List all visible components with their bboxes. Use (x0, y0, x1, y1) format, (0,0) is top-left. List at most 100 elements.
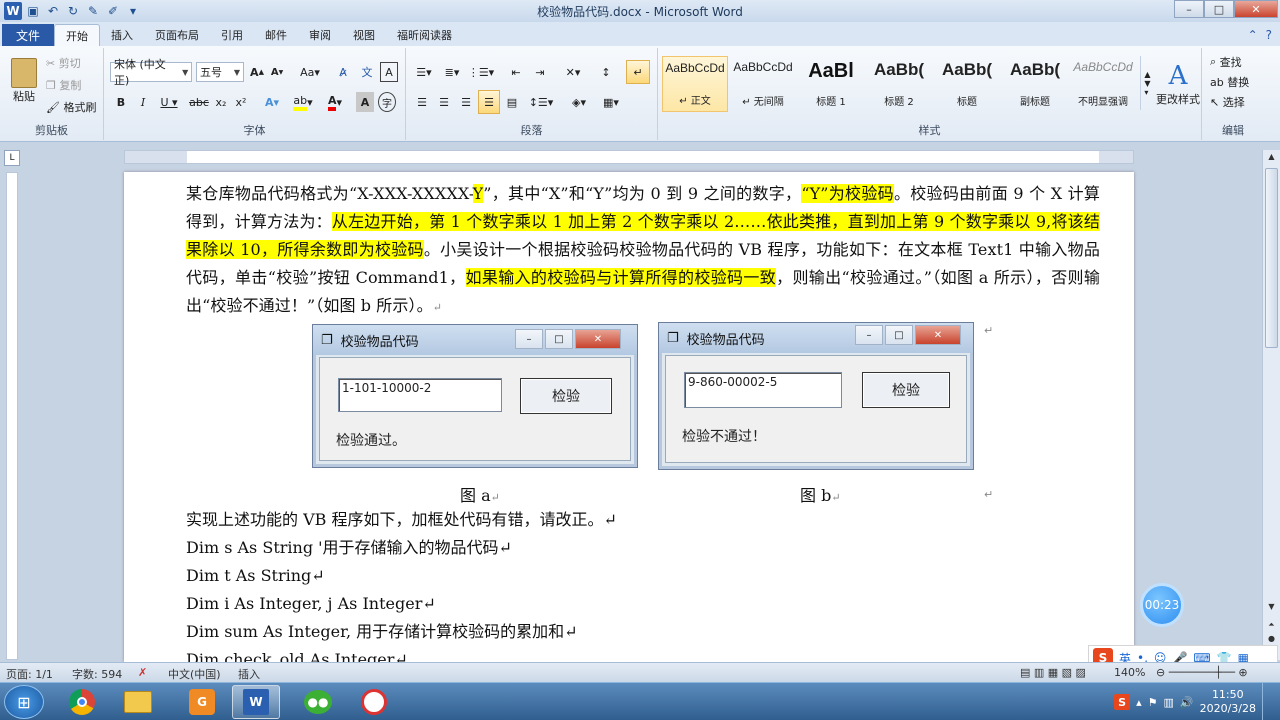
tab-references[interactable]: 引用 (210, 24, 254, 46)
flag-icon[interactable]: ⚑ (1148, 696, 1158, 709)
start-button[interactable]: ⊞ (4, 685, 44, 719)
code-line[interactable]: Dim sum As Integer, 用于存储计算校验码的累加和↵ (186, 618, 578, 646)
style-subtitle[interactable]: AaBb(副标题 (1002, 56, 1068, 112)
insert-mode[interactable]: 插入 (238, 666, 260, 682)
shrink-font-icon[interactable]: A ▼ (268, 62, 286, 82)
scrollbar-thumb[interactable] (1265, 168, 1278, 348)
style-no-spacing[interactable]: AaBbCcDd ↵ 无间隔 (730, 56, 796, 112)
chinese-layout-icon[interactable]: ✕▾ (560, 62, 586, 82)
zoom-level[interactable]: 140% (1114, 666, 1145, 679)
underline-icon[interactable]: U ▾ (156, 92, 182, 112)
multilevel-list-icon[interactable]: ⋮☰▾ (468, 62, 494, 82)
word-taskbar-icon[interactable]: W (232, 685, 280, 719)
code-line[interactable]: Dim i As Integer, j As Integer↵ (186, 590, 436, 618)
format-painter-button[interactable]: 🖌 格式刷 (46, 98, 96, 116)
paste-button[interactable]: 粘贴 (6, 52, 42, 110)
tab-mailings[interactable]: 邮件 (254, 24, 298, 46)
superscript-icon[interactable]: x² (232, 92, 250, 112)
line-spacing-icon[interactable]: ↕☰▾ (528, 92, 554, 112)
chrome-taskbar-icon[interactable] (58, 685, 106, 719)
tab-view[interactable]: 视图 (342, 24, 386, 46)
tab-foxit-reader[interactable]: 福昕阅读器 (386, 24, 463, 46)
word-logo-icon[interactable]: W (4, 2, 22, 20)
view-buttons[interactable]: ▤ ▥ ▦ ▧ ▨ (1020, 666, 1086, 679)
style-heading-2[interactable]: AaBb(标题 2 (866, 56, 932, 112)
font-color-icon[interactable]: A ▾ (322, 92, 348, 112)
tool-taskbar-icon[interactable] (350, 685, 398, 719)
italic-icon[interactable]: I (134, 92, 152, 112)
format-painter-qat-icon[interactable]: ✎ (84, 2, 102, 20)
tab-file[interactable]: 文件 (2, 24, 54, 46)
help-icon[interactable]: ? (1266, 28, 1272, 42)
recording-timer[interactable]: 00:23 (1140, 583, 1184, 627)
scroll-down-icon[interactable]: ▼ (1265, 602, 1278, 616)
show-desktop-button[interactable] (1262, 683, 1272, 720)
clock[interactable]: 11:50 2020/3/28 (1200, 688, 1256, 716)
subscript-icon[interactable]: x₂ (212, 92, 230, 112)
tab-home[interactable]: 开始 (54, 24, 100, 46)
proofing-icon[interactable]: ✗ (138, 666, 147, 679)
cut-button[interactable]: ✂ 剪切 (46, 54, 81, 72)
select-button[interactable]: ↖ 选择 (1210, 94, 1245, 110)
vertical-ruler[interactable] (6, 172, 18, 660)
save-icon[interactable]: ▣ (24, 2, 42, 20)
tab-review[interactable]: 审阅 (298, 24, 342, 46)
style-title[interactable]: AaBb(标题 (934, 56, 1000, 112)
code-line[interactable]: Dim s As String '用于存储输入的物品代码↵ (186, 534, 512, 562)
borders-icon[interactable]: ▦▾ (598, 92, 624, 112)
word-count[interactable]: 字数: 594 (72, 666, 122, 682)
strikethrough-icon[interactable]: abc (188, 92, 210, 112)
redo-icon[interactable]: ↻ (64, 2, 82, 20)
show-paragraph-marks-icon[interactable]: ↵ (626, 60, 650, 84)
undo-icon[interactable]: ↶ (44, 2, 62, 20)
show-hidden-icons[interactable]: ▴ (1136, 696, 1142, 709)
explorer-taskbar-icon[interactable] (114, 685, 162, 719)
sogou-tray-icon[interactable]: S (1114, 694, 1131, 710)
network-icon[interactable]: ▥ (1163, 696, 1173, 709)
font-name-combo[interactable]: 宋体 (中文正) ▼ (110, 58, 192, 87)
language-status[interactable]: 中文(中国) (168, 666, 221, 682)
problem-paragraph[interactable]: 某仓库物品代码格式为“X-XXX-XXXXX-Y”，其中“X”和“Y”均为 0 … (186, 180, 1100, 322)
tab-page-layout[interactable]: 页面布局 (144, 24, 210, 46)
phonetic-guide-icon[interactable]: 文 (358, 62, 376, 82)
bold-icon[interactable]: B (112, 92, 130, 112)
close-button[interactable]: ✕ (1234, 0, 1278, 18)
minimize-ribbon-icon[interactable]: ⌃ (1248, 28, 1258, 42)
volume-icon[interactable]: 🔊 (1180, 696, 1194, 709)
highlight-color-icon[interactable]: ab ▾ (290, 92, 316, 112)
text-effects-icon[interactable]: A▾ (260, 92, 284, 112)
grow-font-icon[interactable]: A ▲ (248, 62, 266, 82)
bullets-icon[interactable]: ☰▾ (412, 62, 436, 82)
scroll-up-icon[interactable]: ▲ (1265, 152, 1278, 166)
shading-icon[interactable]: ◈▾ (566, 92, 592, 112)
replace-button[interactable]: ab 替换 (1210, 74, 1249, 90)
align-left-icon[interactable]: ☰ (412, 92, 432, 112)
previous-page-icon[interactable]: ⏶ (1265, 620, 1278, 634)
maximize-button[interactable]: □ (1204, 0, 1234, 18)
customize-qat-icon[interactable]: ▾ (124, 2, 142, 20)
styles-scroll[interactable]: ▲ ▼ ▾ (1140, 56, 1154, 110)
clear-format-icon[interactable]: A̷ (334, 62, 352, 82)
instruction-line[interactable]: 实现上述功能的 VB 程序如下，加框处代码有错，请改正。↵ (186, 506, 617, 534)
justify-icon[interactable]: ☰ (478, 90, 500, 114)
character-shading-icon[interactable]: A (356, 92, 374, 112)
page-count[interactable]: 页面: 1/1 (6, 666, 53, 682)
copy-button[interactable]: ❐ 复制 (46, 76, 81, 94)
distributed-icon[interactable]: ▤ (502, 92, 522, 112)
increase-indent-icon[interactable]: ⇥ (530, 62, 550, 82)
style-heading-1[interactable]: AaBl 标题 1 (798, 56, 864, 112)
change-case-icon[interactable]: Aa▾ (298, 62, 322, 82)
font-size-combo[interactable]: 五号 ▼ (196, 62, 244, 82)
code-line[interactable]: Dim t As String↵ (186, 562, 325, 590)
sort-icon[interactable]: ↕ (596, 62, 616, 82)
tab-selector[interactable]: L (4, 150, 20, 166)
enclose-characters-icon[interactable]: 字 (378, 92, 396, 112)
horizontal-ruler[interactable] (124, 150, 1134, 164)
foxit-taskbar-icon[interactable]: G (178, 685, 226, 719)
highlight-qat-icon[interactable]: ✐ (104, 2, 122, 20)
numbering-icon[interactable]: ≣▾ (440, 62, 464, 82)
character-border-icon[interactable]: A (380, 62, 398, 82)
minimize-button[interactable]: – (1174, 0, 1204, 18)
tab-insert[interactable]: 插入 (100, 24, 144, 46)
zoom-slider[interactable]: ⊖ ───────┼── ⊕ (1156, 666, 1248, 679)
